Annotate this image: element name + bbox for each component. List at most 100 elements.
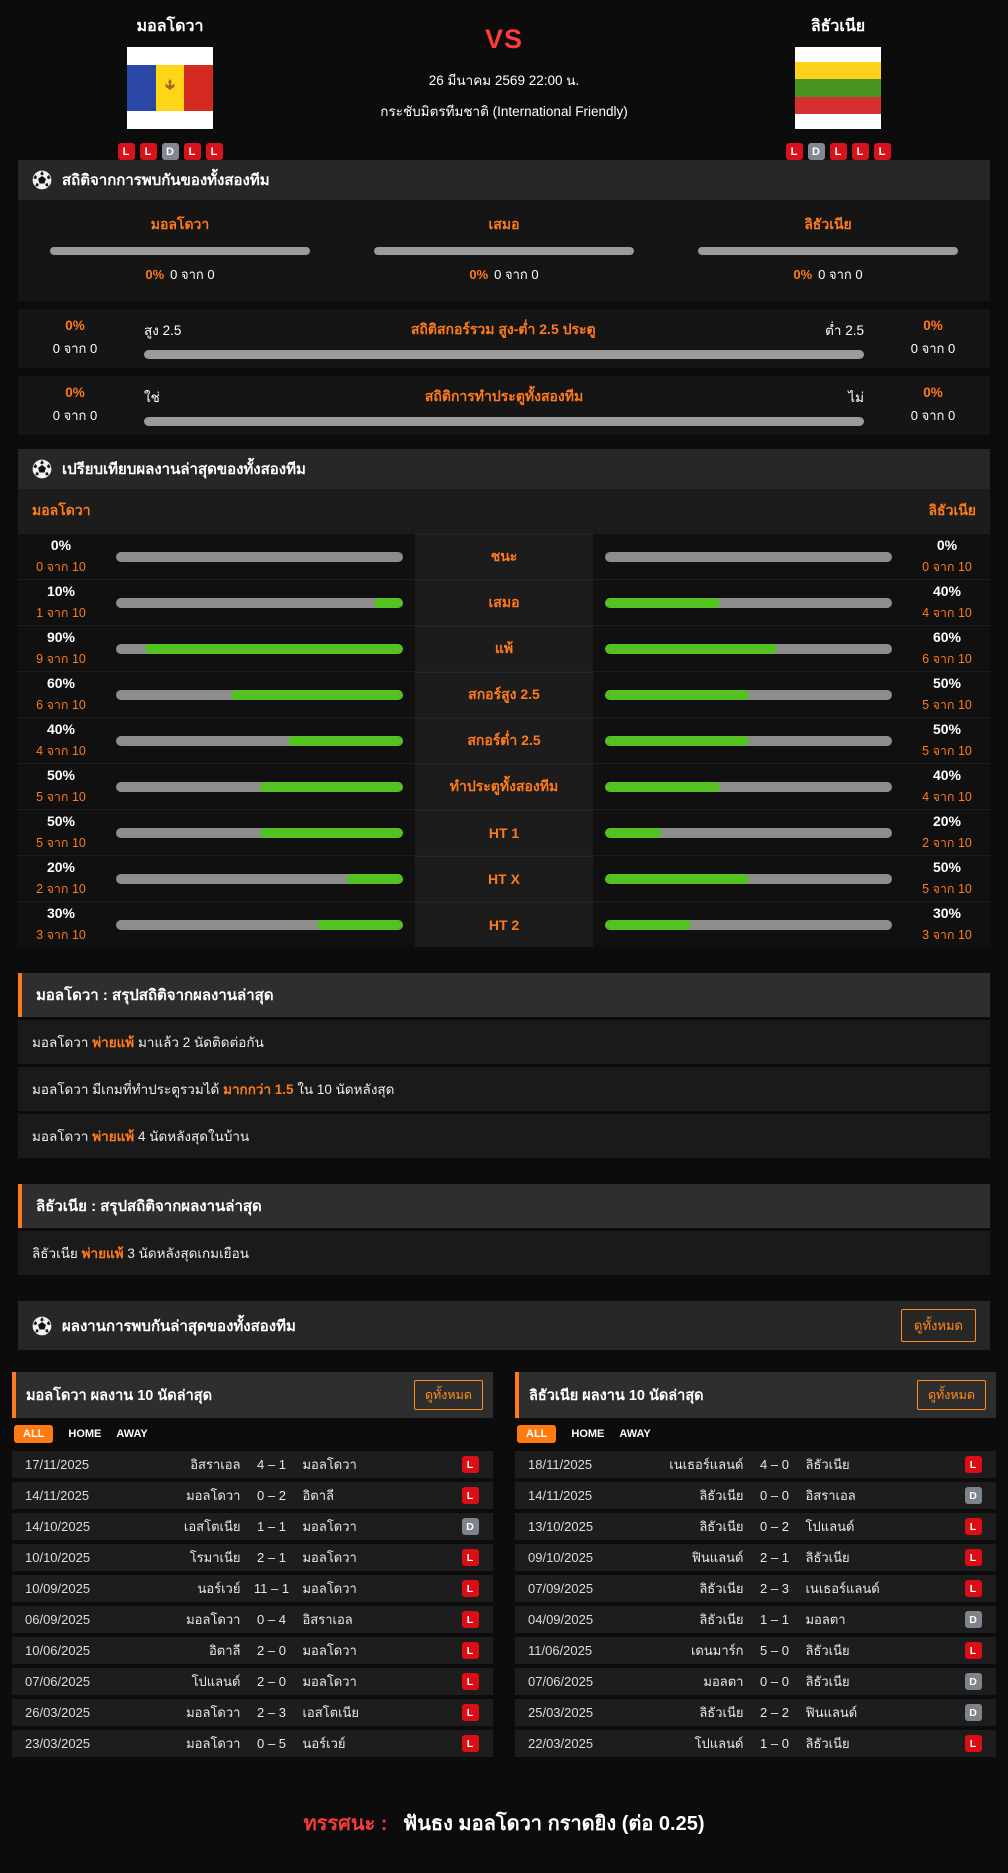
btts-yes-label: ใช่ (144, 386, 160, 408)
comparison-away-stat: 40%4 จาก 10 (904, 764, 990, 809)
away-team-name: ลิธัวเนีย (811, 14, 865, 39)
result-badge: L (965, 1642, 982, 1659)
match-row: 07/06/2025 มอลตา 0 – 0 ลิธัวเนีย D (515, 1668, 996, 1695)
comparison-home-bar (116, 828, 403, 838)
btts-yes-stat: 0% 0 จาก 0 (32, 385, 118, 426)
comparison-home-bar (116, 874, 403, 884)
form-badge-l: L (874, 143, 891, 160)
result-badge: D (965, 1487, 982, 1504)
soccer-ball-icon (32, 459, 52, 479)
comparison-row: 0%0 จาก 10 ชนะ 0%0 จาก 10 (18, 533, 990, 579)
tab-home[interactable]: HOME (68, 1425, 101, 1443)
comparison-row: 50%5 จาก 10 ทำประตูทั้งสองทีม 40%4 จาก 1… (18, 763, 990, 809)
away-form: LDLLL (786, 143, 891, 160)
moldova-emblem-icon (164, 79, 177, 97)
comparison-rows: 0%0 จาก 10 ชนะ 0%0 จาก 10 10%1 จาก 10 เส… (18, 533, 990, 947)
comparison-away-bar (605, 874, 892, 884)
comparison-row-label: เสมอ (415, 580, 593, 625)
comparison-home-bar (116, 552, 403, 562)
away-form-table: ลิธัวเนีย ผลงาน 10 นัดล่าสุด ดูทั้งหมด A… (515, 1372, 996, 1761)
match-datetime: 26 มีนาคม 2569 22:00 น. (280, 69, 728, 91)
home-summary-items: มอลโดวา พ่ายแพ้ มาแล้ว 2 นัดติดต่อกัน มอ… (18, 1020, 990, 1158)
match-row: 06/09/2025 มอลโดวา 0 – 4 อิสราเอล L (12, 1606, 493, 1633)
form-badge-d: D (808, 143, 825, 160)
comparison-home-bar (116, 736, 403, 746)
match-row: 10/06/2025 อิตาลี 2 – 0 มอลโดวา L (12, 1637, 493, 1664)
home-team-name: มอลโดวา (137, 14, 204, 39)
tab-away[interactable]: AWAY (116, 1425, 147, 1443)
away-form-tabs: ALL HOME AWAY (515, 1418, 996, 1451)
comparison-team-labels: มอลโดวา ลิธัวเนีย (18, 489, 990, 533)
match-row: 13/10/2025 ลิธัวเนีย 0 – 2 โปแลนด์ L (515, 1513, 996, 1540)
form-badge-l: L (830, 143, 847, 160)
meetings-view-all-button[interactable]: ดูทั้งหมด (901, 1309, 976, 1342)
match-row: 11/06/2025 เดนมาร์ก 5 – 0 ลิธัวเนีย L (515, 1637, 996, 1664)
comparison-away-bar (605, 920, 892, 930)
comparison-away-bar (605, 598, 892, 608)
match-row: 22/03/2025 โปแลนด์ 1 – 0 ลิธัวเนีย L (515, 1730, 996, 1757)
tab-all[interactable]: ALL (14, 1425, 53, 1443)
home-team-block: มอลโดวา LLDLL (60, 10, 280, 160)
result-badge: L (462, 1642, 479, 1659)
match-row: 09/10/2025 ฟินแลนด์ 2 – 1 ลิธัวเนีย L (515, 1544, 996, 1571)
h2h-header: สถิติจากการพบกันของทั้งสองทีม (18, 160, 990, 200)
result-badge: L (462, 1611, 479, 1628)
recent-form-tables: มอลโดวา ผลงาน 10 นัดล่าสุด ดูทั้งหมด ALL… (12, 1372, 996, 1761)
form-badge-l: L (206, 143, 223, 160)
comparison-away-stat: 0%0 จาก 10 (904, 534, 990, 579)
over-under-bar (144, 350, 864, 359)
comparison-row-label: แพ้ (415, 626, 593, 671)
match-row: 10/09/2025 นอร์เวย์ 11 – 1 มอลโดวา L (12, 1575, 493, 1602)
away-form-rows: 18/11/2025 เนเธอร์แลนด์ 4 – 0 ลิธัวเนีย … (515, 1451, 996, 1757)
h2h-title: สถิติจากการพบกันของทั้งสองทีม (62, 168, 270, 192)
home-form-table-title: มอลโดวา ผลงาน 10 นัดล่าสุด (26, 1384, 212, 1407)
result-badge: L (965, 1518, 982, 1535)
h2h-bar-home (50, 247, 309, 255)
match-row: 17/11/2025 อิสราเอล 4 – 1 มอลโดวา L (12, 1451, 493, 1478)
comparison-home-stat: 40%4 จาก 10 (18, 718, 104, 763)
meetings-title: ผลงานการพบกันล่าสุดของทั้งสองทีม (62, 1314, 296, 1338)
match-header: มอลโดวา LLDLL VS 26 มีนาคม 2569 22:00 น.… (0, 0, 1008, 160)
lithuania-flag-icon (795, 62, 881, 114)
summary-item: มอลโดวา มีเกมที่ทำประตูรวมได้ มากกว่า 1.… (18, 1067, 990, 1111)
away-summary-title: ลิธัวเนีย : สรุปสถิติจากผลงานล่าสุด (18, 1184, 990, 1228)
comparison-home-bar (116, 598, 403, 608)
tab-all[interactable]: ALL (517, 1425, 556, 1443)
verdict-text: ฟันธง มอลโดวา กราดยิง (ต่อ 0.25) (403, 1813, 704, 1835)
result-badge: L (965, 1456, 982, 1473)
result-badge: L (462, 1456, 479, 1473)
result-badge: L (462, 1580, 479, 1597)
tab-home[interactable]: HOME (571, 1425, 604, 1443)
away-summary-items: ลิธัวเนีย พ่ายแพ้ 3 นัดหลังสุดเกมเยือน (18, 1231, 990, 1275)
comparison-row-label: ทำประตูทั้งสองทีม (415, 764, 593, 809)
comparison-row-label: ชนะ (415, 534, 593, 579)
away-form-view-all-button[interactable]: ดูทั้งหมด (917, 1380, 986, 1410)
result-badge: L (462, 1704, 479, 1721)
home-form: LLDLL (118, 143, 223, 160)
comparison-home-bar (116, 644, 403, 654)
comparison-away-stat: 50%5 จาก 10 (904, 856, 990, 901)
comparison-home-stat: 0%0 จาก 10 (18, 534, 104, 579)
summary-item: ลิธัวเนีย พ่ายแพ้ 3 นัดหลังสุดเกมเยือน (18, 1231, 990, 1275)
home-form-table: มอลโดวา ผลงาน 10 นัดล่าสุด ดูทั้งหมด ALL… (12, 1372, 493, 1761)
result-badge: L (462, 1673, 479, 1690)
away-team-block: ลิธัวเนีย LDLLL (728, 10, 948, 160)
comparison-row: 60%6 จาก 10 สกอร์สูง 2.5 50%5 จาก 10 (18, 671, 990, 717)
home-form-tabs: ALL HOME AWAY (12, 1418, 493, 1451)
match-row: 07/06/2025 โปแลนด์ 2 – 0 มอลโดวา L (12, 1668, 493, 1695)
btts-no-label: ไม่ (848, 386, 864, 408)
meetings-section: ผลงานการพบกันล่าสุดของทั้งสองทีม ดูทั้งห… (18, 1301, 990, 1350)
comparison-home-stat: 50%5 จาก 10 (18, 764, 104, 809)
result-badge: L (462, 1735, 479, 1752)
home-form-view-all-button[interactable]: ดูทั้งหมด (414, 1380, 483, 1410)
tab-away[interactable]: AWAY (619, 1425, 650, 1443)
match-row: 14/10/2025 เอสโตเนีย 1 – 1 มอลโดวา D (12, 1513, 493, 1540)
comparison-home-label: มอลโดวา (32, 500, 91, 522)
comparison-home-stat: 90%9 จาก 10 (18, 626, 104, 671)
comparison-away-bar (605, 690, 892, 700)
home-team-flag (127, 47, 213, 129)
result-badge: D (462, 1518, 479, 1535)
match-row: 10/10/2025 โรมาเนีย 2 – 1 มอลโดวา L (12, 1544, 493, 1571)
comparison-home-bar (116, 690, 403, 700)
result-badge: L (462, 1487, 479, 1504)
